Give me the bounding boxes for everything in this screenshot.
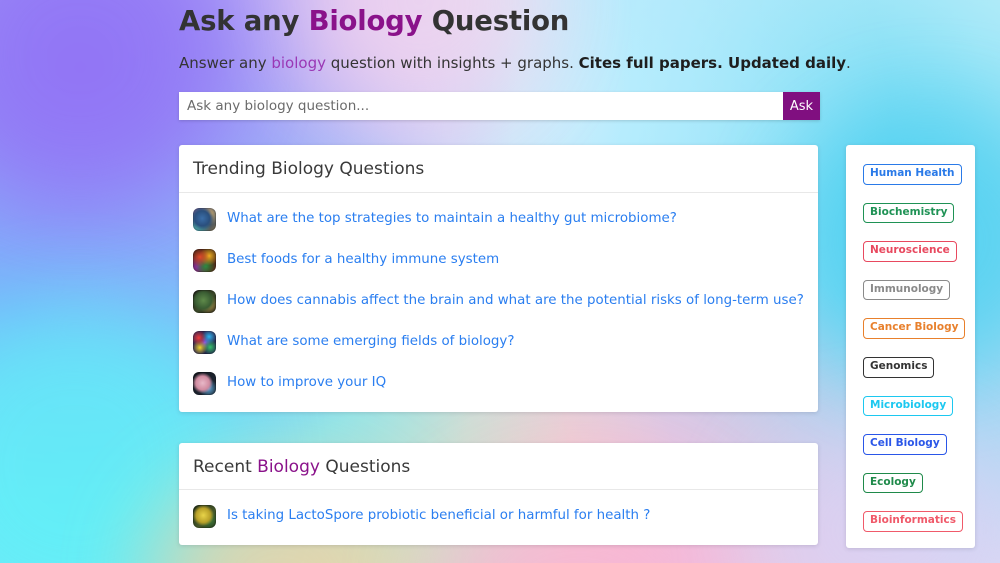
category-tag-microbiology[interactable]: Microbiology	[863, 395, 954, 417]
category-tags-card: Human Health Biochemistry Neuroscience Immu…	[846, 145, 975, 548]
subtitle-pre: Answer any	[179, 53, 272, 72]
question-row[interactable]: Best foods for a healthy immune system	[179, 240, 818, 281]
question-link[interactable]: What are some emerging fields of biology…	[227, 334, 514, 351]
recent-questions-card: Recent Biology Questions Is taking Lacto…	[179, 442, 818, 546]
question-thumbnail-icon	[193, 248, 216, 272]
page-title-post: Question	[422, 5, 570, 37]
question-thumbnail-icon	[193, 505, 216, 529]
question-link[interactable]: Is taking LactoSpore probiotic beneficia…	[227, 508, 650, 525]
hero-section: Ask any Biology Question Answer any biol…	[0, 0, 1000, 121]
subtitle-accent: biology	[271, 53, 326, 72]
question-row[interactable]: Is taking LactoSpore probiotic beneficia…	[179, 496, 818, 537]
main-column: Trending Biology Questions What are the …	[179, 145, 818, 546]
question-thumbnail-icon	[193, 207, 216, 231]
question-thumbnail-icon	[193, 330, 216, 354]
category-tag-genomics[interactable]: Genomics	[863, 356, 935, 378]
category-tag-bioinformatics[interactable]: Bioinformatics	[863, 511, 963, 532]
question-row[interactable]: How to improve your IQ	[179, 363, 818, 404]
question-row[interactable]: What are the top strategies to maintain …	[179, 199, 818, 240]
sidebar-column: Human Health Biochemistry Neuroscience Immu…	[846, 145, 975, 563]
subtitle-mid: question with insights + graphs.	[325, 53, 579, 72]
page-title-accent: Biology	[308, 5, 423, 37]
category-tag-cell-biology[interactable]: Cell Biology	[863, 434, 947, 455]
category-tag-immunology[interactable]: Immunology	[863, 279, 951, 301]
question-thumbnail-icon	[193, 289, 216, 313]
question-row[interactable]: How does cannabis affect the brain and w…	[179, 281, 818, 322]
question-link[interactable]: How to improve your IQ	[227, 375, 386, 392]
search-bar: Ask	[179, 92, 820, 121]
recent-title-post: Questions	[319, 456, 411, 477]
trending-questions-list: What are the top strategies to maintain …	[179, 193, 818, 412]
page-title-pre: Ask any	[179, 5, 309, 37]
trending-card-title: Trending Biology Questions	[179, 145, 818, 193]
recent-title-pre: Recent	[193, 456, 258, 477]
subtitle-end: .	[846, 53, 851, 72]
recent-card-title: Recent Biology Questions	[179, 443, 818, 491]
subtitle-strong: Cites full papers. Updated daily	[578, 53, 847, 72]
question-thumbnail-icon	[193, 371, 216, 395]
category-tag-neuroscience[interactable]: Neuroscience	[863, 241, 957, 262]
content-area: Trending Biology Questions What are the …	[0, 145, 1000, 563]
trending-questions-card: Trending Biology Questions What are the …	[179, 145, 818, 412]
question-link[interactable]: Best foods for a healthy immune system	[227, 252, 499, 269]
category-tag-ecology[interactable]: Ecology	[863, 472, 923, 494]
ask-button[interactable]: Ask	[783, 92, 820, 121]
page-subtitle: Answer any biology question with insight…	[179, 54, 1000, 74]
search-input[interactable]	[179, 92, 783, 121]
category-tag-biochemistry[interactable]: Biochemistry	[863, 202, 955, 224]
category-tag-cancer-biology[interactable]: Cancer Biology	[863, 318, 966, 339]
category-tag-human-health[interactable]: Human Health	[863, 164, 962, 185]
question-link[interactable]: How does cannabis affect the brain and w…	[227, 293, 804, 310]
recent-title-accent: Biology	[257, 456, 320, 477]
recent-questions-list: Is taking LactoSpore probiotic beneficia…	[179, 490, 818, 545]
page-title: Ask any Biology Question	[179, 4, 1000, 40]
page-root: Ask any Biology Question Answer any biol…	[0, 0, 1000, 563]
question-link[interactable]: What are the top strategies to maintain …	[227, 211, 677, 228]
question-row[interactable]: What are some emerging fields of biology…	[179, 322, 818, 363]
